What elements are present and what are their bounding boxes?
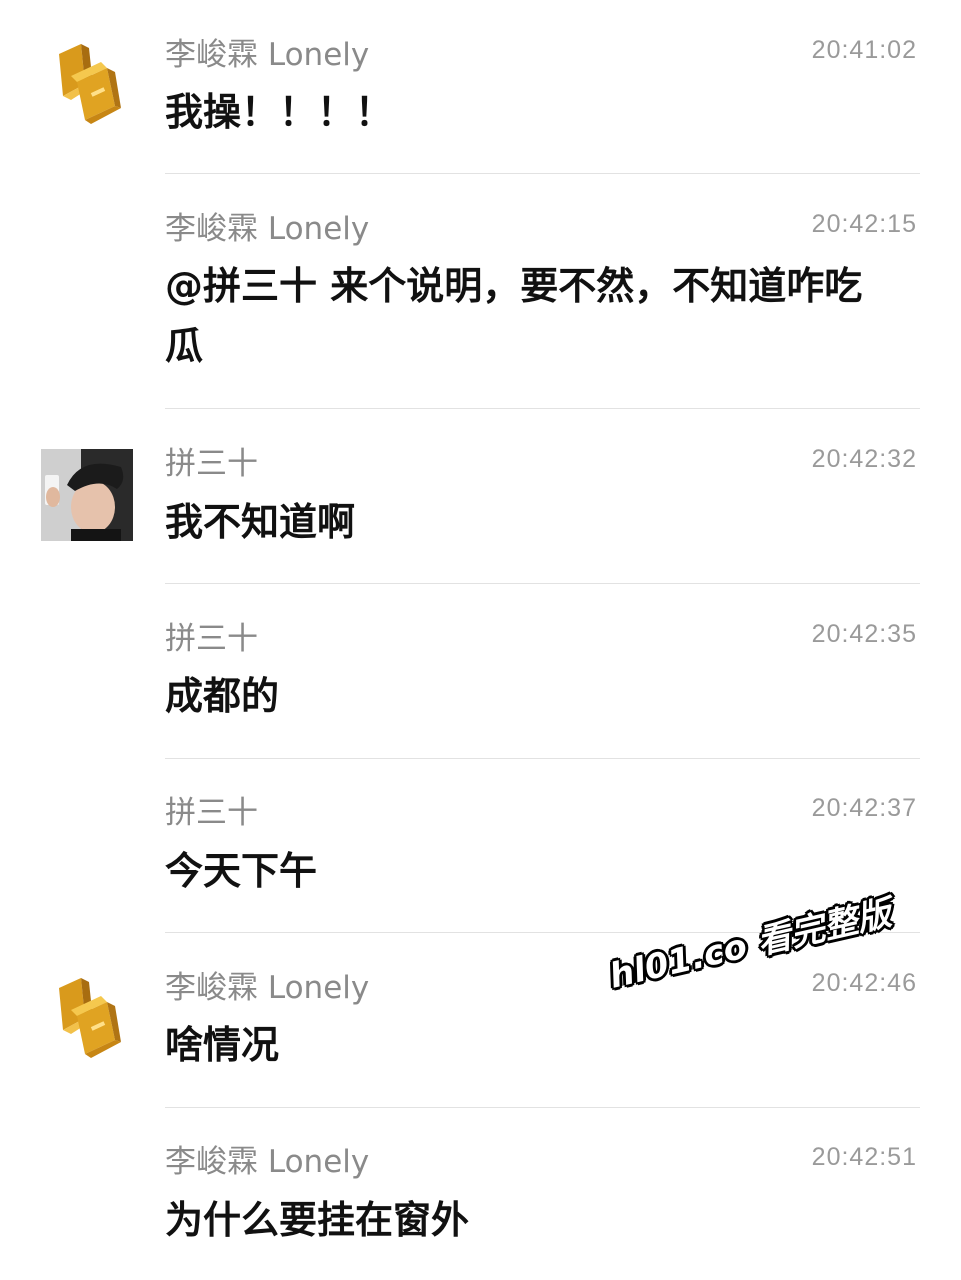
avatar-user-photo[interactable] [41, 449, 133, 541]
message-timestamp: 20:42:46 [811, 969, 917, 997]
sender-name: 李峻霖 Lonely [165, 970, 370, 1006]
message-text: 今天下午 [165, 849, 318, 893]
message-divider [165, 173, 920, 174]
avatar-gold-bars-icon[interactable] [41, 970, 133, 1062]
sender-name: 李峻霖 Lonely [165, 37, 370, 73]
message-timestamp: 20:42:51 [811, 1143, 917, 1171]
sender-name: 李峻霖 Lonely [165, 1144, 370, 1180]
message-text: 成都的 [165, 674, 280, 718]
message-timestamp: 20:42:15 [811, 210, 917, 238]
message-divider [165, 408, 920, 409]
message-divider [165, 1107, 920, 1108]
message-timestamp: 20:42:37 [811, 794, 917, 822]
message-timestamp: 20:41:02 [811, 36, 917, 64]
message-text: @拼三十 来个说明，要不然，不知道咋吃瓜 [165, 264, 863, 368]
avatar-gold-bars-icon[interactable] [41, 36, 133, 128]
message-text: 为什么要挂在窗外 [165, 1198, 470, 1242]
sender-name: 拼三十 [165, 621, 258, 657]
message-divider [165, 758, 920, 759]
message-timestamp: 20:42:32 [811, 445, 917, 473]
message-text: 我操！！！！ [165, 90, 394, 134]
message-text: 我不知道啊 [165, 500, 356, 544]
chat-message-list: 李峻霖 Lonely 20:41:02 我操！！！！ 李峻霖 Lonely 20… [0, 0, 961, 1280]
sender-name: 拼三十 [165, 446, 258, 482]
message-divider [165, 583, 920, 584]
sender-name: 李峻霖 Lonely [165, 211, 370, 247]
sender-name: 拼三十 [165, 795, 258, 831]
message-text: 啥情况 [165, 1023, 280, 1067]
message-timestamp: 20:42:35 [811, 620, 917, 648]
